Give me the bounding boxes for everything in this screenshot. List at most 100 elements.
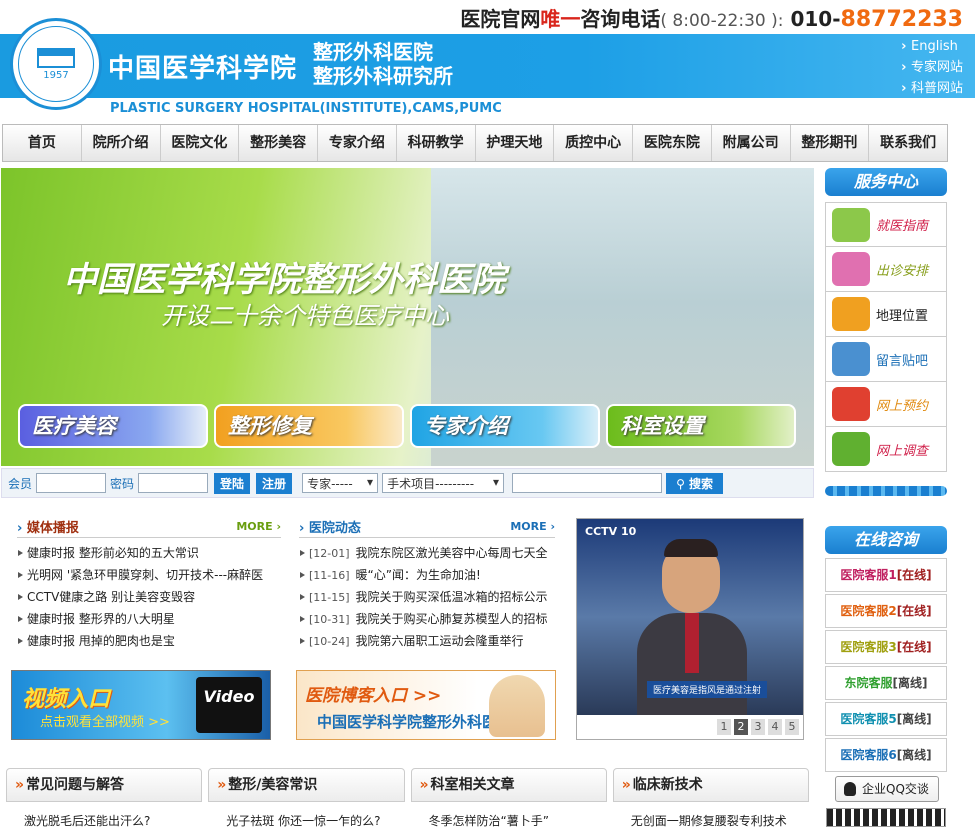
consult-item-1[interactable]: 医院客服1[在线] — [825, 558, 947, 592]
tab-knowledge[interactable]: 整形/美容常识 — [208, 768, 405, 802]
consult-status: [离线] — [896, 712, 932, 726]
login-button[interactable]: 登陆 — [214, 472, 251, 494]
qq-chat-button[interactable]: 企业QQ交谈 — [835, 776, 939, 802]
hero-title: 中国医学科学院整形外科医院 — [63, 260, 505, 300]
nav-culture[interactable]: 医院文化 — [161, 125, 240, 161]
service-item-message[interactable]: 留言贴吧 — [825, 337, 947, 382]
cosmetic-medicine-button[interactable]: 医疗美容 — [18, 404, 208, 448]
service-item-survey[interactable]: 网上调查 — [825, 427, 947, 472]
nav-contact[interactable]: 联系我们 — [869, 125, 947, 161]
surgery-select[interactable]: 手术项目--------- ▾ — [382, 473, 505, 493]
media-more-link[interactable]: MORE › — [236, 520, 281, 533]
register-button[interactable]: 注册 — [256, 472, 293, 494]
video-caption: 医疗美容是指风是通过注射 — [647, 681, 768, 698]
building-icon — [832, 297, 870, 331]
plastic-repair-button[interactable]: 整形修复 — [214, 404, 404, 448]
calendar-icon — [832, 252, 870, 286]
consult-item-5[interactable]: 医院客服5[离线] — [825, 702, 947, 736]
hotline: 医院官网唯一咨询电话( 8:00-22:30 ): 010-88772233 — [460, 3, 963, 32]
list-item[interactable]: [10-31] 我院关于购买心肺复苏模型人的招标 — [299, 608, 555, 630]
video-screen[interactable]: CCTV 10 医疗美容是指风是通过注射 — [577, 519, 803, 715]
member-input[interactable] — [36, 473, 107, 493]
service-item-schedule[interactable]: 出诊安排 — [825, 247, 947, 292]
expert-intro-button[interactable]: 专家介绍 — [410, 404, 600, 448]
search-input[interactable] — [512, 473, 663, 493]
service-label: 留言贴吧 — [876, 353, 929, 369]
video-page-5[interactable]: 5 — [785, 719, 799, 735]
nav-quality[interactable]: 质控中心 — [554, 125, 633, 161]
consult-name: 医院客服3 — [840, 640, 897, 654]
nav-about[interactable]: 院所介绍 — [82, 125, 161, 161]
expert-site-link[interactable]: 专家网站 — [901, 57, 963, 78]
hospital-news-more-link[interactable]: MORE › — [510, 520, 555, 533]
list-item[interactable]: 健康时报 整形界的八大明星 — [17, 608, 281, 630]
video-page-1[interactable]: 1 — [717, 719, 731, 735]
service-label: 出诊安排 — [876, 263, 929, 279]
hospital-logo[interactable]: 1957 — [10, 18, 102, 110]
tab-new-tech[interactable]: 临床新技术 — [612, 768, 809, 802]
consult-item-2[interactable]: 医院客服2[在线] — [825, 594, 947, 628]
news-text: 我院关于购买心肺复苏模型人的招标 — [355, 612, 548, 626]
list-item[interactable]: [10-24] 我院第六届职工运动会隆重举行 — [299, 630, 555, 652]
logo-year: 1957 — [43, 69, 69, 81]
consult-item-6[interactable]: 医院客服6[离线] — [825, 738, 947, 772]
expert-select[interactable]: 专家----- ▾ — [302, 473, 379, 493]
list-item[interactable]: 激光脱毛后还能出汗么? — [6, 812, 202, 827]
nav-home[interactable]: 首页 — [3, 125, 82, 161]
consult-item-3[interactable]: 医院客服3[在线] — [825, 630, 947, 664]
list-item[interactable]: 光子祛斑 你还一惊一乍的么? — [208, 812, 404, 827]
tab-articles[interactable]: 科室相关文章 — [410, 768, 607, 802]
video-page-2[interactable]: 2 — [734, 719, 748, 735]
nurse-photo — [489, 675, 545, 737]
list-item[interactable]: 冬季怎样防治“薯卜手” — [411, 812, 607, 827]
hotline-hours: ( 8:00-22:30 ): — [660, 11, 784, 31]
nav-east-campus[interactable]: 医院东院 — [633, 125, 712, 161]
hospital-news-title: 医院动态 — [299, 517, 361, 536]
consult-status: [在线] — [896, 568, 932, 582]
video-entry-banner[interactable]: 视频入口 点击观看全部视频 >> Video — [11, 670, 271, 740]
consult-status: [离线] — [896, 748, 932, 762]
hospital-news-list: [12-01] 我院东院区激光美容中心每周七天全 [11-16] 暖“心”闻：为生命… — [299, 542, 555, 652]
list-item[interactable]: [11-16] 暖“心”闻：为生命加油! — [299, 564, 555, 586]
list-item[interactable]: CCTV健康之路 别让美容变毁容 — [17, 586, 281, 608]
science-site-link[interactable]: 科普网站 — [901, 78, 963, 99]
blog-entry-banner[interactable]: 医院博客入口 >> 中国医学科学院整形外科医院 — [296, 670, 556, 740]
bottom-news-row: 激光脱毛后还能出汗么? 光子祛斑 你还一惊一乍的么? 冬季怎样防治“薯卜手” 无… — [6, 812, 809, 827]
password-input[interactable] — [138, 473, 209, 493]
video-player[interactable]: CCTV 10 医疗美容是指风是通过注射 1 2 3 4 5 — [576, 518, 804, 740]
tab-faq[interactable]: 常见问题与解答 — [6, 768, 203, 802]
list-item[interactable]: 无创面一期修复腰裂专利技术 — [613, 812, 809, 827]
list-item[interactable]: [11-15] 我院关于购买深低温冰箱的招标公示 — [299, 586, 555, 608]
service-item-booking[interactable]: 网上预约 — [825, 382, 947, 427]
chevron-down-icon: ▾ — [493, 475, 500, 489]
nav-affiliates[interactable]: 附属公司 — [712, 125, 791, 161]
nav-research[interactable]: 科研教学 — [397, 125, 476, 161]
list-item[interactable]: 光明网 '紧急环甲膜穿刺、切开技术---麻醉医 — [17, 564, 281, 586]
nav-experts[interactable]: 专家介绍 — [318, 125, 397, 161]
list-item[interactable]: [12-01] 我院东院区激光美容中心每周七天全 — [299, 542, 555, 564]
news-date: [12-01] — [309, 547, 350, 560]
video-page-3[interactable]: 3 — [751, 719, 765, 735]
service-item-location[interactable]: 地理位置 — [825, 292, 947, 337]
consult-name: 医院客服2 — [840, 604, 897, 618]
hero-subtitle: 开设二十余个特色医疗中心 — [161, 302, 449, 330]
more-label: MORE — [510, 520, 547, 533]
consult-item-east[interactable]: 东院客服[离线] — [825, 666, 947, 700]
hero-banner[interactable]: 中国医学科学院整形外科医院 开设二十余个特色医疗中心 医疗美容 整形修复 专家介… — [1, 168, 814, 466]
news-date: [11-16] — [309, 569, 350, 582]
list-item[interactable]: 健康时报 甩掉的肥肉也是宝 — [17, 630, 281, 652]
departments-button[interactable]: 科室设置 — [606, 404, 796, 448]
list-item[interactable]: 健康时报 整形前必知的五大常识 — [17, 542, 281, 564]
speaker-tie — [685, 613, 699, 673]
nav-nursing[interactable]: 护理天地 — [476, 125, 555, 161]
login-search-bar: 会员 密码 登陆 注册 专家----- ▾ 手术项目--------- ▾ ⚲ 搜索 — [1, 468, 814, 498]
top-bar: 医院官网唯一咨询电话( 8:00-22:30 ): 010-88772233 — [0, 0, 975, 34]
service-label: 就医指南 — [876, 219, 929, 234]
nav-journal[interactable]: 整形期刊 — [791, 125, 870, 161]
search-button[interactable]: ⚲ 搜索 — [666, 472, 724, 494]
nav-cosmetic[interactable]: 整形美容 — [239, 125, 318, 161]
pencil-icon — [832, 432, 870, 466]
service-item-guide[interactable]: 就医指南 — [825, 202, 947, 247]
video-page-4[interactable]: 4 — [768, 719, 782, 735]
english-link[interactable]: English — [901, 36, 963, 57]
